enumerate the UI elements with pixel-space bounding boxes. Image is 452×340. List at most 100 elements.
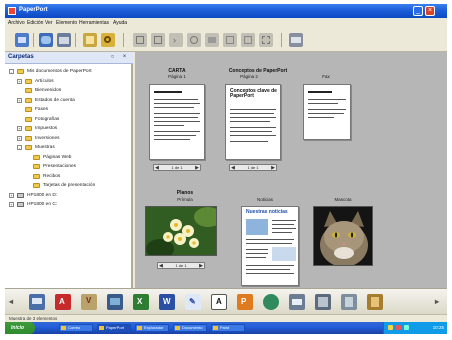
- taskbar-item-paperport[interactable]: PaperPort: [97, 324, 131, 332]
- page-label-1: Página 1: [168, 74, 186, 79]
- item-label-primula: Prímula: [177, 197, 193, 202]
- collapse-icon[interactable]: -: [17, 145, 22, 150]
- tray-network-icon[interactable]: [388, 325, 393, 330]
- scan-icon[interactable]: [15, 33, 29, 47]
- next-page-icon[interactable]: ▶: [271, 165, 275, 171]
- document-thumbnail-fax[interactable]: [303, 84, 351, 140]
- expand-icon[interactable]: +: [17, 97, 22, 103]
- folder-manager-icon[interactable]: [57, 33, 71, 47]
- paperport-window: PaperPort _ × Archivo Edición Ver Elemen…: [5, 4, 447, 334]
- next-page-icon[interactable]: ▶: [199, 263, 203, 269]
- photo-thumbnail-primula[interactable]: [145, 206, 217, 256]
- start-button[interactable]: Inicio: [5, 322, 35, 334]
- email-icon[interactable]: [289, 294, 305, 310]
- doc-headline: Conceptos clave de PaperPort: [230, 88, 277, 99]
- tray-volume-icon[interactable]: [404, 325, 409, 330]
- tree-item-label: Mis documentos de PaperPort: [27, 69, 92, 74]
- notepad-icon[interactable]: ✎: [185, 294, 201, 310]
- powerpoint-icon[interactable]: P: [237, 294, 253, 310]
- tree-item-label: Recibos: [43, 173, 61, 179]
- document-thumbnail-conceptos[interactable]: Conceptos clave de PaperPort: [225, 84, 281, 160]
- printer-icon[interactable]: [29, 294, 45, 310]
- properties-icon[interactable]: [205, 33, 219, 47]
- window-title: PaperPort: [19, 7, 48, 13]
- page-navigator-conceptos[interactable]: ◀ 1 de 1 ▶: [229, 164, 277, 171]
- menu-archivo[interactable]: Archivo: [8, 20, 25, 26]
- unstack-icon[interactable]: [241, 33, 255, 47]
- toolbar: ›: [5, 28, 447, 52]
- page-navigator-carta[interactable]: ◀ 1 de 1 ▶: [153, 164, 201, 171]
- next-page-icon[interactable]: ▶: [195, 165, 199, 171]
- page-navigator-planos[interactable]: ◀ 1 de 1 ▶: [157, 262, 205, 269]
- word-icon[interactable]: W: [159, 294, 175, 310]
- menu-ayuda[interactable]: Ayuda: [113, 20, 127, 26]
- search-icon[interactable]: [101, 33, 115, 47]
- tray-security-icon[interactable]: [396, 325, 401, 330]
- expand-icon[interactable]: +: [17, 78, 22, 84]
- rotate-icon[interactable]: [133, 33, 147, 47]
- expand-icon[interactable]: +: [9, 202, 14, 207]
- folder-icon: [25, 78, 32, 84]
- scroll-right-icon[interactable]: ▸: [435, 298, 443, 306]
- tree-item-label: Impuestos: [35, 126, 58, 131]
- paint-icon[interactable]: V: [81, 294, 97, 310]
- menu-herramientas[interactable]: Herramientas: [79, 20, 109, 26]
- taskbar-item-paint[interactable]: Paint: [211, 324, 245, 332]
- app-icon: [8, 7, 16, 15]
- layout-icon[interactable]: [289, 33, 303, 47]
- title-bar[interactable]: PaperPort _ ×: [5, 4, 447, 18]
- expand-icon[interactable]: +: [17, 126, 22, 131]
- stack-icon[interactable]: [223, 33, 237, 47]
- folder-icon: [25, 97, 32, 103]
- toolbar-separator: [281, 33, 282, 47]
- folders-close-icon[interactable]: ×: [121, 54, 128, 61]
- page-count: 1 de 1: [171, 165, 183, 170]
- menu-edicion[interactable]: Edición: [27, 20, 43, 26]
- folders-options-icon[interactable]: ○: [109, 54, 116, 61]
- taskbar-item-explorador[interactable]: Explorador: [135, 324, 169, 332]
- expand-icon[interactable]: +: [9, 192, 14, 198]
- photo-thumbnail-mascota[interactable]: [313, 206, 373, 266]
- move-icon[interactable]: ›: [169, 33, 183, 47]
- task-icon: [61, 326, 66, 330]
- fax-icon[interactable]: [315, 294, 331, 310]
- grid-icon[interactable]: [259, 33, 273, 47]
- tree-item-label: HP1800 en C:: [27, 202, 58, 207]
- archive-icon[interactable]: [367, 294, 383, 310]
- tree-item-label: Fotografías: [35, 116, 60, 122]
- view-mode-icon[interactable]: [83, 33, 97, 47]
- scroll-left-icon[interactable]: ◂: [9, 298, 17, 306]
- copy-icon[interactable]: [151, 33, 165, 47]
- page-count: 1 de 1: [247, 165, 259, 170]
- cat-image: [314, 207, 372, 265]
- status-text: Muestra de 3 elementos: [9, 316, 58, 321]
- folder-icon: [25, 88, 32, 93]
- get-photo-icon[interactable]: [39, 33, 53, 47]
- task-icon: [99, 326, 104, 330]
- taskbar-item-documento[interactable]: Documento: [173, 324, 207, 332]
- tree-item-label: Estados de cuenta: [35, 97, 75, 103]
- excel-icon[interactable]: X: [133, 294, 149, 310]
- menu-ver[interactable]: Ver: [45, 20, 53, 26]
- task-icon: [137, 326, 142, 330]
- minimize-button[interactable]: _: [413, 6, 423, 16]
- undo-icon[interactable]: [187, 33, 201, 47]
- send-to-bar: ◂ A V X W ✎ A P ▸: [5, 288, 447, 314]
- taskbar-item-correo[interactable]: Correo: [59, 324, 93, 332]
- font-icon[interactable]: A: [211, 294, 227, 310]
- photo-editor-icon[interactable]: [107, 294, 123, 310]
- pdf-icon[interactable]: A: [55, 294, 71, 310]
- tree-item-label: Artículos: [35, 78, 54, 84]
- document-thumbnail-carta[interactable]: [149, 84, 205, 160]
- folders-panel: Carpetas ○ × - Mis documentos de PaperPor…: [5, 52, 133, 288]
- menu-elemento[interactable]: Elemento: [56, 20, 77, 26]
- folder-icon: [25, 116, 32, 122]
- internet-icon[interactable]: [263, 294, 279, 310]
- drive-icon: [17, 192, 24, 198]
- tree-item-label: Páginas Web: [43, 154, 72, 160]
- close-button[interactable]: ×: [425, 6, 435, 16]
- document-thumbnail-noticias[interactable]: Nuestras noticias: [241, 206, 299, 286]
- collapse-icon[interactable]: -: [9, 69, 14, 74]
- recycle-icon[interactable]: [341, 294, 357, 310]
- expand-icon[interactable]: +: [17, 135, 22, 141]
